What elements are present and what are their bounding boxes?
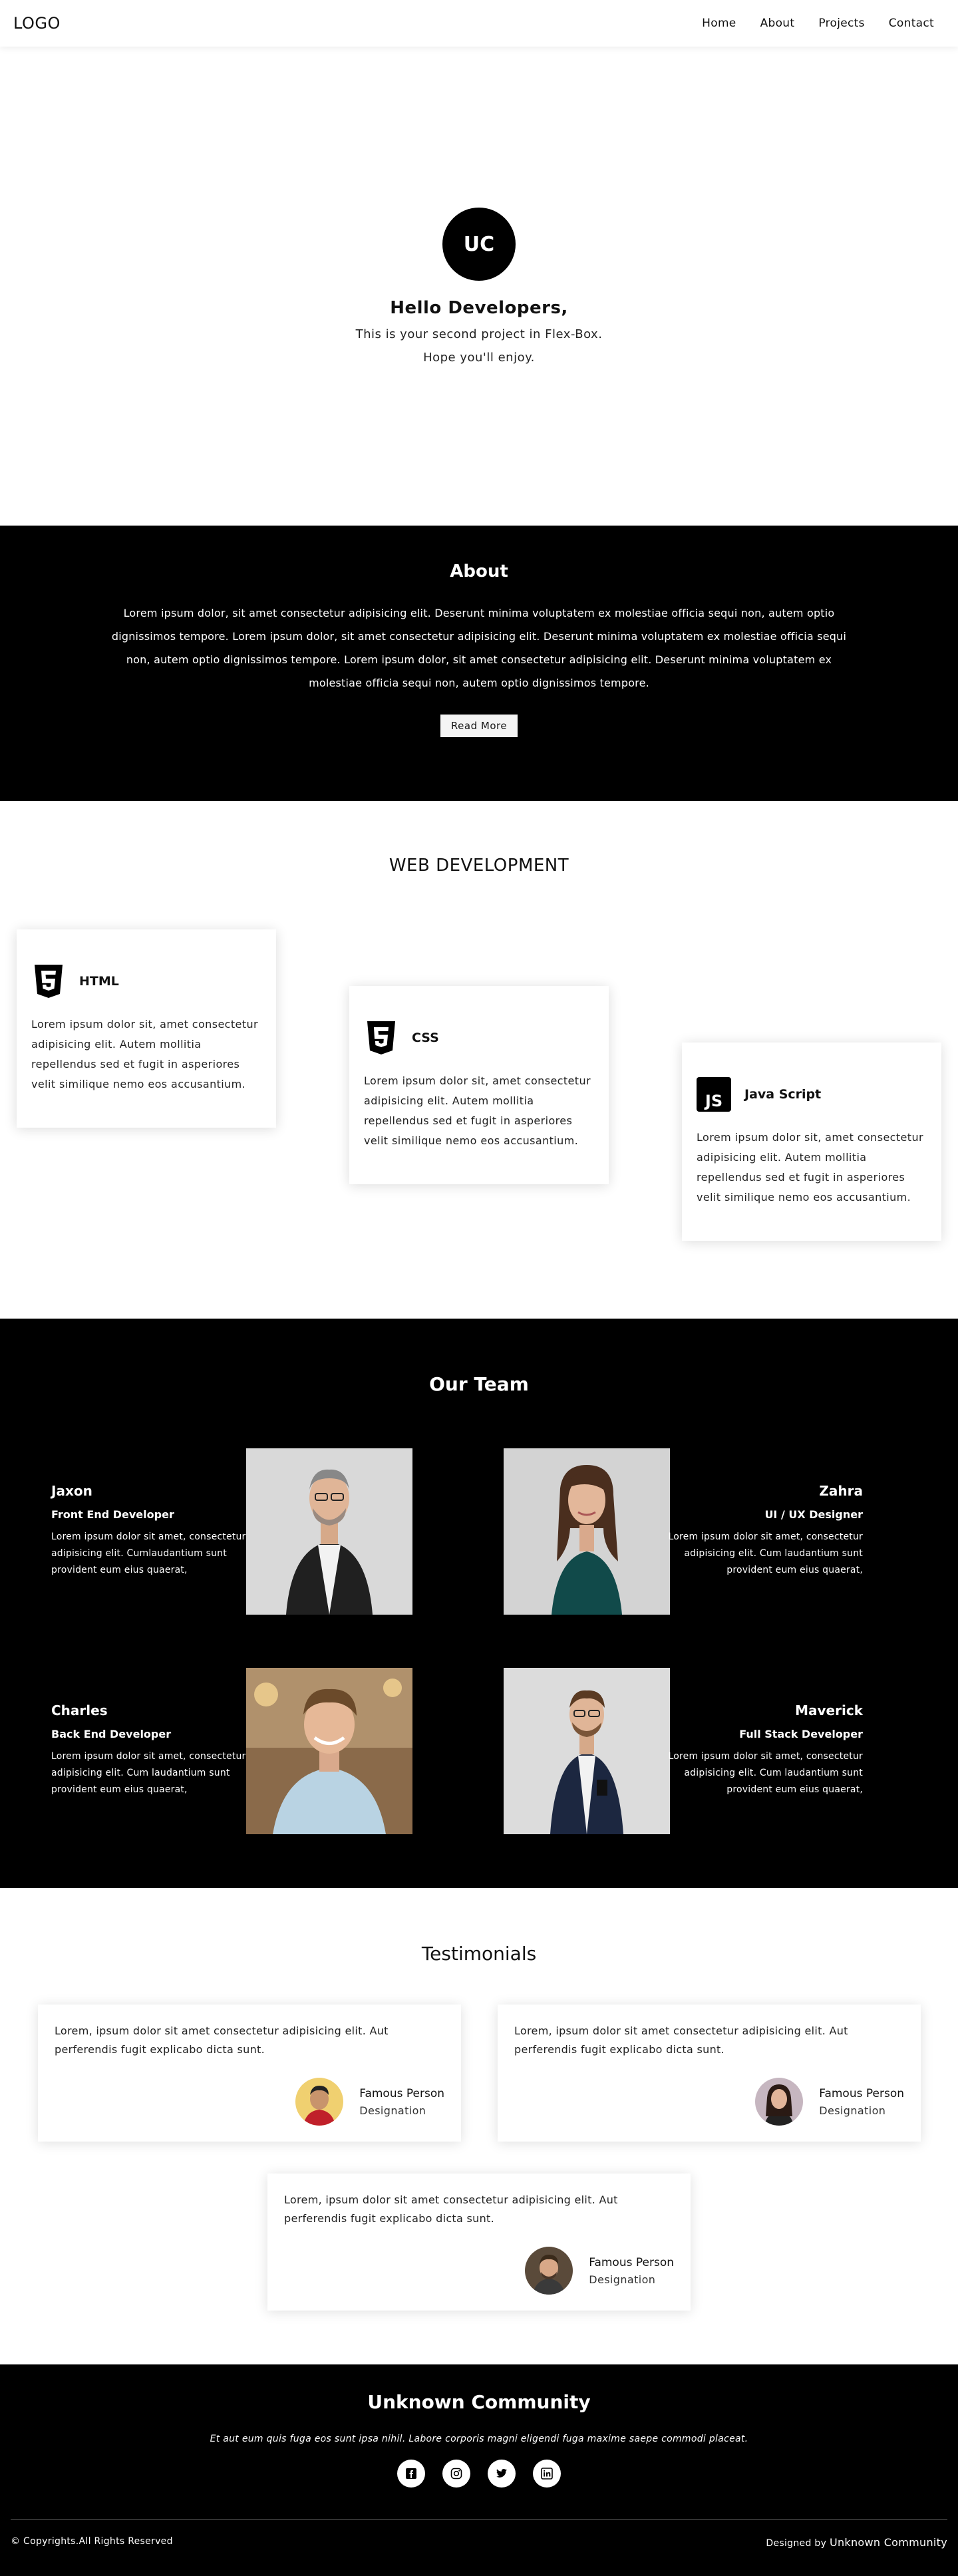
member-role: UI / UX Designer xyxy=(764,1508,863,1521)
testimonial-avatar xyxy=(295,2078,344,2126)
testimonials-title: Testimonials xyxy=(421,1943,537,1965)
about-section: About Lorem ipsum dolor, sit amet consec… xyxy=(0,526,958,801)
footer: Unknown Community Et aut eum quis fuga e… xyxy=(0,2364,958,2576)
testimonial-designation: Designation xyxy=(589,2273,656,2286)
skill-card-text: Lorem ipsum dolor sit, amet consectetur … xyxy=(31,1018,258,1090)
team-title: Our Team xyxy=(429,1373,529,1395)
nav-link-home[interactable]: Home xyxy=(702,17,736,30)
designed-by: Designed by Unknown Community xyxy=(766,2536,947,2549)
linkedin-icon[interactable] xyxy=(533,2460,561,2488)
hero-subtitle: This is your second project in Flex-Box. xyxy=(355,327,603,341)
member-name: Zahra xyxy=(819,1483,863,1499)
css3-icon xyxy=(364,1021,399,1055)
skill-card-title: Java Script xyxy=(744,1087,822,1102)
team-section: Our Team Jaxon Front End Developer Lorem… xyxy=(0,1319,958,1888)
testimonial-avatar xyxy=(525,2247,573,2295)
skill-card-css: CSS Lorem ipsum dolor sit, amet consecte… xyxy=(349,986,609,1184)
svg-text:JS: JS xyxy=(704,1092,722,1110)
member-role: Front End Developer xyxy=(51,1508,174,1521)
footer-tagline: Et aut eum quis fuga eos sunt ipsa nihil… xyxy=(210,2434,748,2444)
member-bio: Lorem ipsum dolor sit amet, consectetur … xyxy=(668,1531,863,1575)
testimonial-designation: Designation xyxy=(819,2104,886,2117)
testimonial-text: Lorem, ipsum dolor sit amet consectetur … xyxy=(284,2193,618,2225)
testimonial-name: Famous Person xyxy=(359,2086,444,2100)
hero-section: UC Hello Developers, This is your second… xyxy=(0,47,958,526)
instagram-icon[interactable] xyxy=(442,2460,470,2488)
team-member: Jaxon Front End Developer Lorem ipsum do… xyxy=(0,1448,412,1615)
skill-card-title: HTML xyxy=(79,974,119,989)
testimonial-name: Famous Person xyxy=(589,2255,674,2269)
team-member: Maverick Full Stack Developer Lorem ipsu… xyxy=(504,1668,916,1834)
member-bio: Lorem ipsum dolor sit amet, consectetur … xyxy=(668,1751,863,1795)
member-name: Jaxon xyxy=(51,1483,92,1499)
facebook-icon[interactable] xyxy=(397,2460,425,2488)
web-development-title: WEB DEVELOPMENT xyxy=(389,856,569,876)
twitter-icon[interactable] xyxy=(488,2460,516,2488)
javascript-icon: JS xyxy=(697,1077,731,1112)
read-more-button[interactable]: Read More xyxy=(440,715,518,737)
member-photo xyxy=(246,1448,412,1615)
skill-card-title: CSS xyxy=(412,1031,439,1045)
testimonial-avatar xyxy=(755,2078,804,2126)
team-member: Zahra UI / UX Designer Lorem ipsum dolor… xyxy=(504,1448,916,1615)
testimonials-section: Testimonials Lorem, ipsum dolor sit amet… xyxy=(0,1888,958,2364)
member-name: Maverick xyxy=(795,1702,863,1718)
member-bio: Lorem ipsum dolor sit amet, consectetur … xyxy=(51,1751,246,1795)
skill-card-javascript: JS Java Script Lorem ipsum dolor sit, am… xyxy=(682,1043,941,1241)
member-role: Back End Developer xyxy=(51,1728,172,1740)
footer-divider xyxy=(11,2519,947,2520)
member-photo xyxy=(504,1668,670,1834)
skill-card-html: HTML Lorem ipsum dolor sit, amet consect… xyxy=(17,929,276,1128)
skill-card-text: Lorem ipsum dolor sit, amet consectetur … xyxy=(364,1074,591,1147)
hero-title: Hello Developers, xyxy=(390,298,568,318)
about-title: About xyxy=(450,562,508,581)
member-name: Charles xyxy=(51,1702,108,1718)
nav-link-about[interactable]: About xyxy=(760,17,795,30)
html5-icon xyxy=(31,964,66,999)
skill-card-text: Lorem ipsum dolor sit, amet consectetur … xyxy=(697,1131,923,1204)
member-photo xyxy=(504,1448,670,1615)
nav-link-contact[interactable]: Contact xyxy=(889,17,934,30)
social-links xyxy=(0,2460,958,2488)
testimonial-name: Famous Person xyxy=(819,2086,904,2100)
hero-subtitle-2: Hope you'll enjoy. xyxy=(423,351,535,365)
team-member: Charles Back End Developer Lorem ipsum d… xyxy=(0,1668,412,1834)
testimonial-card: Lorem, ipsum dolor sit amet consectetur … xyxy=(498,2005,921,2142)
testimonial-card: Lorem, ipsum dolor sit amet consectetur … xyxy=(267,2174,691,2311)
testimonial-designation: Designation xyxy=(359,2104,426,2117)
testimonial-text: Lorem, ipsum dolor sit amet consectetur … xyxy=(514,2024,848,2056)
nav-link-projects[interactable]: Projects xyxy=(818,17,864,30)
member-bio: Lorem ipsum dolor sit amet, consectetur … xyxy=(51,1531,246,1575)
about-text: Lorem ipsum dolor, sit amet consectetur … xyxy=(111,607,847,689)
navbar: LOGO Home About Projects Contact xyxy=(0,0,958,47)
testimonial-text: Lorem, ipsum dolor sit amet consectetur … xyxy=(55,2024,389,2056)
member-photo xyxy=(246,1668,412,1834)
designed-by-name[interactable]: Unknown Community xyxy=(830,2536,947,2549)
logo[interactable]: LOGO xyxy=(13,14,61,33)
footer-title: Unknown Community xyxy=(367,2391,591,2413)
nav-links: Home About Projects Contact xyxy=(702,17,945,30)
avatar: UC xyxy=(442,208,516,281)
member-role: Full Stack Developer xyxy=(739,1728,863,1740)
copyright-text: © Copyrights.All Rights Reserved xyxy=(11,2536,173,2547)
web-development-section: WEB DEVELOPMENT HTML Lorem ipsum dolor s… xyxy=(0,801,958,1319)
designed-by-prefix: Designed by xyxy=(766,2538,827,2549)
testimonial-card: Lorem, ipsum dolor sit amet consectetur … xyxy=(38,2005,461,2142)
